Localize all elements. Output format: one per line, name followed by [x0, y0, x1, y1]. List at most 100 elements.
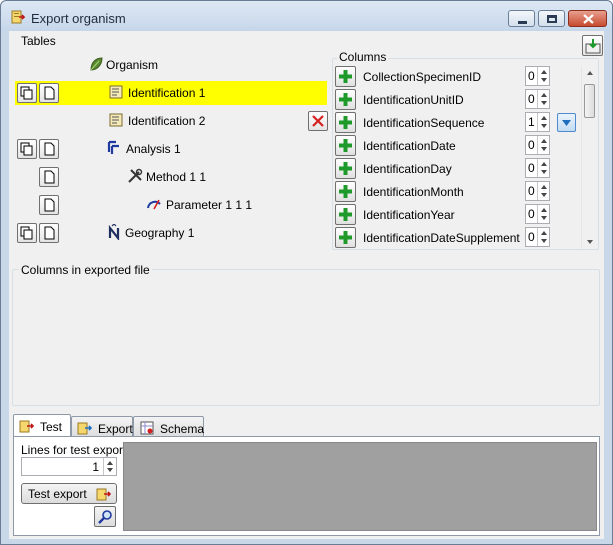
tables-group-label: Tables [19, 34, 58, 48]
client-area: Tables Organism Identification 1 Identif… [9, 31, 604, 539]
tree-row-method-1-1[interactable]: Method 1 1 [9, 165, 329, 189]
leaf-icon [90, 57, 103, 71]
columns-group-label: Columns [337, 50, 389, 64]
spinner-arrows[interactable] [103, 458, 116, 475]
tree-row-geography-1[interactable]: Geography 1 [9, 221, 329, 245]
copy-icon [20, 86, 33, 100]
save-export-icon [585, 39, 601, 54]
sort-descending-button[interactable] [557, 113, 576, 132]
copy-table-button[interactable] [17, 139, 37, 159]
save-export-button[interactable] [582, 35, 603, 56]
add-column-button[interactable] [335, 227, 356, 248]
spinner-arrows[interactable] [537, 228, 549, 246]
add-column-button[interactable] [335, 66, 356, 87]
analysis-icon [107, 140, 119, 154]
column-row: IdentificationDateSupplement 0 [335, 227, 581, 249]
plus-icon [339, 70, 352, 83]
tree-label-parameter-1-1-1: Parameter 1 1 1 [166, 198, 253, 212]
column-order-value: 0 [528, 230, 535, 244]
add-column-button[interactable] [335, 204, 356, 225]
column-name: IdentificationMonth [363, 185, 464, 199]
chevron-down-icon [562, 120, 571, 126]
column-order-spinner[interactable]: 0 [525, 204, 550, 224]
test-output-area[interactable] [123, 442, 597, 531]
spinner-arrows[interactable] [537, 136, 549, 154]
add-column-button[interactable] [335, 135, 356, 156]
tree-label-organism: Organism [106, 58, 159, 72]
column-row: IdentificationDate 0 [335, 135, 581, 158]
export-app-icon [11, 10, 25, 24]
identification-icon [109, 113, 123, 127]
spinner-arrows[interactable] [537, 159, 549, 177]
scroll-thumb[interactable] [584, 84, 595, 118]
column-name: CollectionSpecimenID [363, 70, 482, 84]
tab-export[interactable]: Export [71, 416, 133, 438]
tools-icon [128, 168, 143, 183]
add-column-button[interactable] [335, 112, 356, 133]
new-table-button[interactable] [39, 195, 59, 215]
lines-for-test-spinner[interactable]: 1 [21, 457, 117, 476]
tab-test[interactable]: Test [13, 414, 71, 438]
column-order-value: 0 [528, 138, 535, 152]
document-icon [44, 198, 55, 212]
column-name: IdentificationDate [363, 139, 456, 153]
tree-label-method-1-1: Method 1 1 [146, 170, 207, 184]
tree-row-identification-1[interactable]: Identification 1 [15, 81, 327, 105]
tree-row-identification-2[interactable]: Identification 2 [9, 109, 329, 133]
column-order-spinner[interactable]: 0 [525, 135, 550, 155]
add-column-button[interactable] [335, 89, 356, 110]
tree-row-analysis-1[interactable]: Analysis 1 [9, 137, 329, 161]
plus-icon [339, 185, 352, 198]
test-export-icon [96, 488, 112, 501]
export-icon [77, 422, 93, 435]
spinner-arrows[interactable] [537, 90, 549, 108]
add-column-button[interactable] [335, 181, 356, 202]
delete-x-icon [312, 115, 324, 127]
document-icon [44, 142, 55, 156]
column-order-value: 0 [528, 69, 535, 83]
maximize-button[interactable] [538, 10, 565, 27]
minimize-button[interactable] [508, 10, 535, 27]
window-title: Export organism [31, 11, 126, 26]
tree-row-parameter-1-1-1[interactable]: Parameter 1 1 1 [9, 193, 329, 217]
exported-columns-label: Columns in exported file [19, 263, 152, 277]
copy-table-button[interactable] [17, 223, 37, 243]
column-row: IdentificationSequence 1 [335, 112, 581, 135]
test-export-button[interactable]: Test export [21, 483, 117, 504]
schema-icon [140, 421, 154, 435]
magnifier-icon [98, 510, 112, 524]
new-table-button[interactable] [39, 139, 59, 159]
column-row: IdentificationUnitID 0 [335, 89, 581, 112]
spinner-arrows[interactable] [537, 67, 549, 85]
add-column-button[interactable] [335, 158, 356, 179]
column-order-spinner[interactable]: 0 [525, 227, 550, 247]
column-order-spinner[interactable]: 0 [525, 158, 550, 178]
columns-scrollbar[interactable] [581, 66, 597, 249]
column-order-spinner[interactable]: 0 [525, 181, 550, 201]
column-order-value: 0 [528, 92, 535, 106]
column-order-spinner[interactable]: 0 [525, 66, 550, 86]
column-name: IdentificationYear [363, 208, 455, 222]
lines-for-test-label: Lines for test export: [21, 443, 130, 457]
new-table-button[interactable] [39, 223, 59, 243]
copy-table-button[interactable] [17, 83, 37, 103]
title-bar[interactable]: Export organism [1, 1, 612, 31]
tab-schema-label: Schema [160, 422, 205, 436]
scroll-down-icon[interactable] [582, 237, 598, 247]
scroll-up-icon[interactable] [582, 68, 598, 78]
preview-button[interactable] [94, 506, 116, 527]
spinner-arrows[interactable] [537, 113, 549, 131]
new-table-button[interactable] [39, 167, 59, 187]
tree-row-organism[interactable]: Organism [9, 53, 329, 77]
tables-tree: Organism Identification 1 Identification… [9, 53, 339, 253]
spinner-arrows[interactable] [537, 205, 549, 223]
column-order-spinner[interactable]: 1 [525, 112, 550, 132]
tab-schema[interactable]: Schema [133, 416, 204, 438]
plus-icon [339, 162, 352, 175]
spinner-arrows[interactable] [537, 182, 549, 200]
close-button[interactable] [568, 10, 607, 27]
column-order-spinner[interactable]: 0 [525, 89, 550, 109]
new-table-button[interactable] [39, 83, 59, 103]
remove-table-button[interactable] [308, 111, 328, 131]
column-name: IdentificationUnitID [363, 93, 464, 107]
